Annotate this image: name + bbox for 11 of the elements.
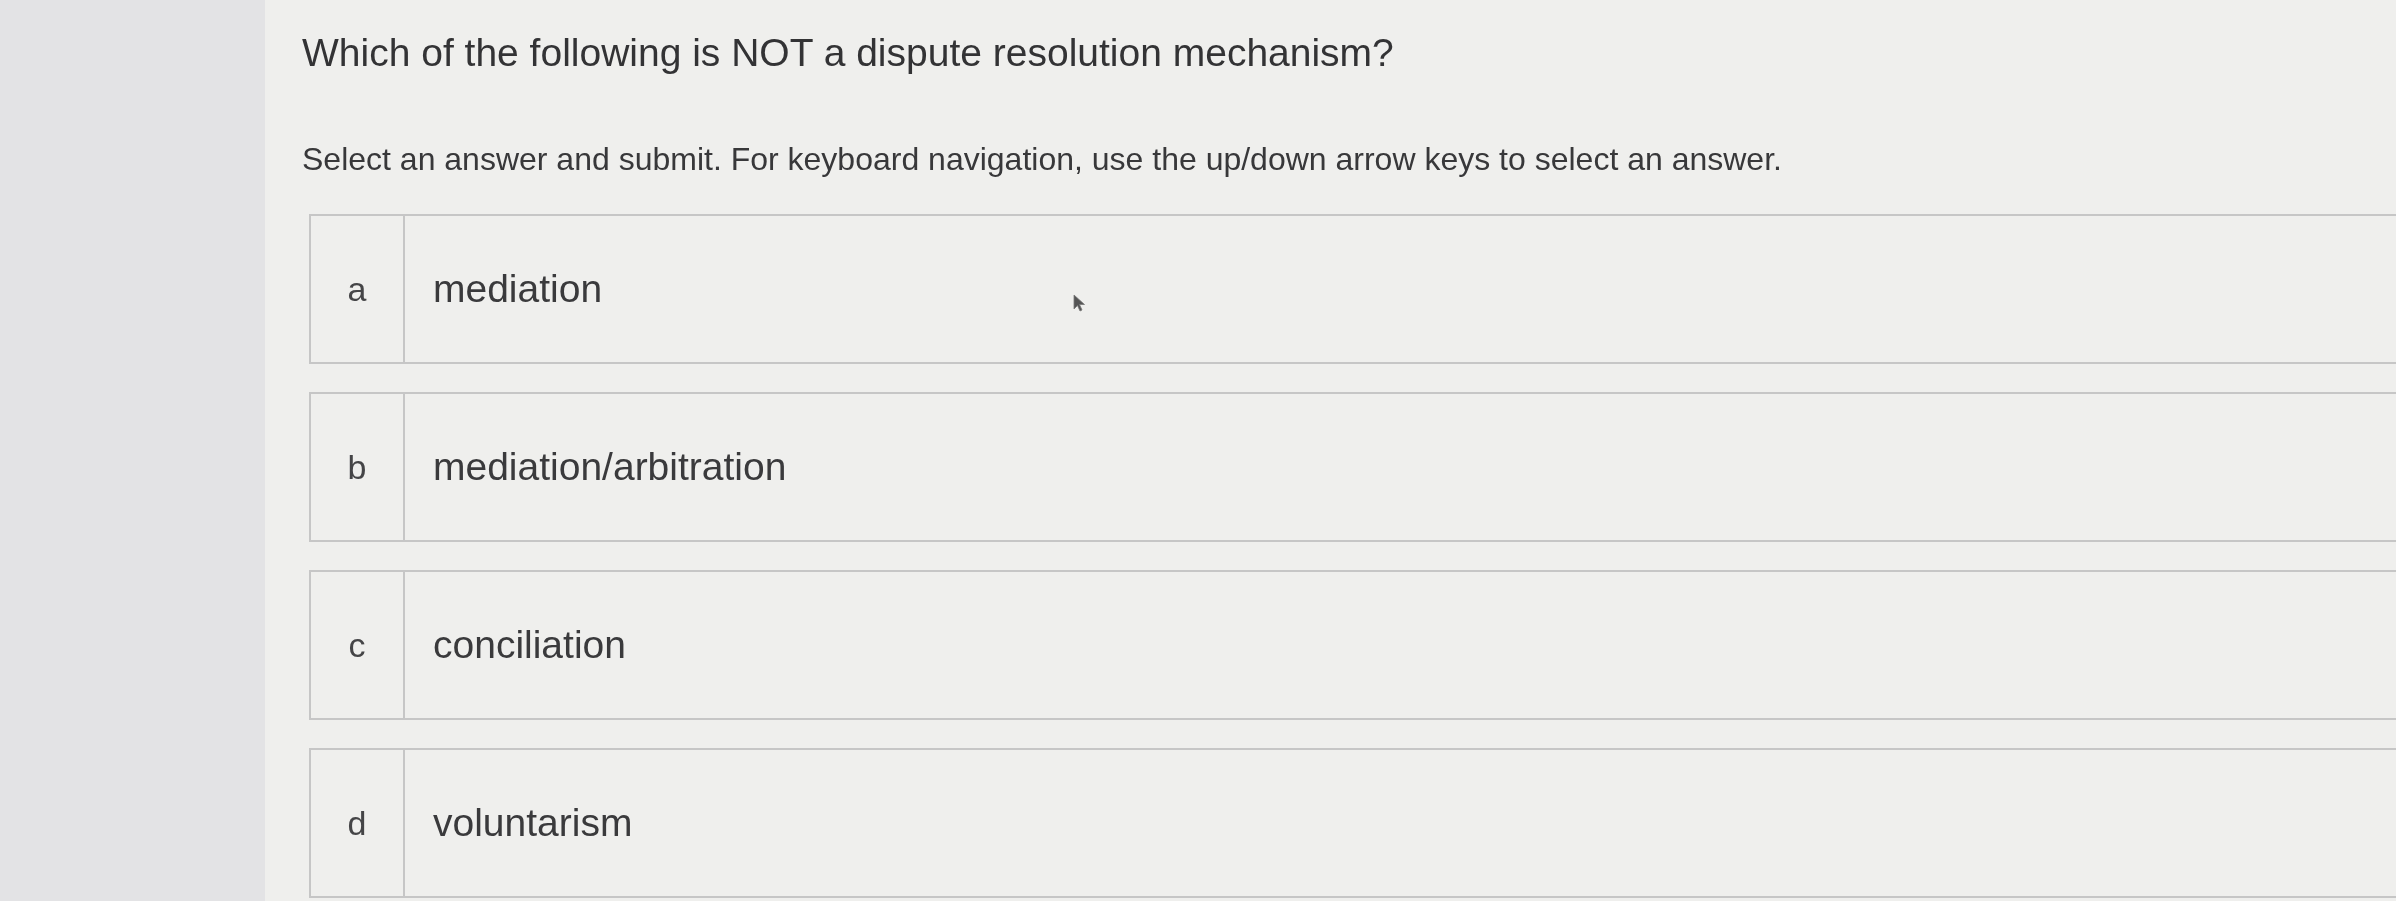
answer-option[interactable]: b mediation/arbitration: [309, 392, 2396, 542]
option-letter: d: [311, 750, 405, 896]
cursor-icon: [1073, 294, 1087, 312]
answer-option[interactable]: a mediation: [309, 214, 2396, 364]
option-letter: a: [311, 216, 405, 362]
answer-option[interactable]: d voluntarism: [309, 748, 2396, 898]
option-letter: c: [311, 572, 405, 718]
question-text: Which of the following is NOT a dispute resolution mechanism?: [302, 30, 1394, 76]
option-letter: b: [311, 394, 405, 540]
answer-option[interactable]: c conciliation: [309, 570, 2396, 720]
instructions-text: Select an answer and submit. For keyboard navigation, use the up/down arrow keys to select an answer.: [302, 140, 1782, 179]
